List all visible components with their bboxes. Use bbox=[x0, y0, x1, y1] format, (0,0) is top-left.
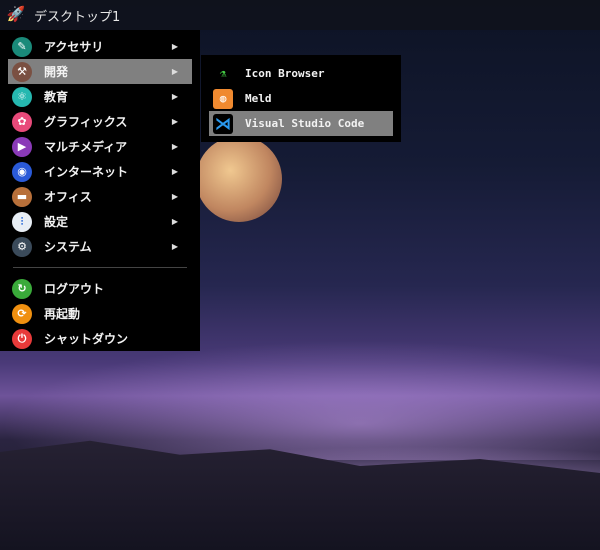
multimedia-icon: ▶ bbox=[12, 136, 32, 157]
meld-icon: ◍ bbox=[213, 88, 233, 109]
menu-item-flask[interactable]: ⚗ Icon Browser bbox=[209, 61, 393, 86]
menu-item-hammer[interactable]: ⚒ 開発 ▶ bbox=[8, 59, 192, 84]
submenu-arrow-icon: ▶ bbox=[171, 117, 178, 126]
menu-item-label: アクセサリ bbox=[44, 40, 104, 54]
menu-item-label: 再起動 bbox=[44, 307, 81, 321]
menu-item-label: インターネット bbox=[44, 165, 129, 179]
menu-item-settings[interactable]: ⫶ 設定 ▶ bbox=[8, 209, 192, 234]
menu-separator bbox=[13, 267, 187, 268]
development-submenu: ⚗ Icon Browser ◍ Meld ⋊ Visual Studio Code bbox=[201, 55, 401, 142]
menu-item-label: Visual Studio Code bbox=[245, 117, 365, 130]
briefcase-icon: ▬ bbox=[12, 186, 32, 207]
submenu-arrow-icon: ▶ bbox=[171, 142, 178, 151]
settings-icon: ⫶ bbox=[12, 211, 32, 232]
submenu-arrow-icon: ▶ bbox=[171, 92, 178, 101]
menu-item-meld[interactable]: ◍ Meld bbox=[209, 86, 393, 111]
menu-item-power[interactable]: ⏻ シャットダウン bbox=[8, 326, 192, 351]
menu-item-label: Meld bbox=[245, 92, 272, 105]
restart-icon: ⟳ bbox=[12, 303, 32, 324]
gear-icon: ⚙ bbox=[12, 236, 32, 257]
menu-item-label: マルチメディア bbox=[44, 140, 128, 154]
application-menu: ✎ アクセサリ ▶ ⚒ 開発 ▶ ⚛ 教育 ▶ ✿ グラフィックス ▶ ▶ マルチメディア ▶ ◉ インターネッ… bbox=[0, 30, 200, 351]
desktop-name[interactable]: デスクトップ1 bbox=[34, 6, 120, 25]
menu-item-label: グラフィックス bbox=[44, 115, 128, 129]
top-panel: 🚀 デスクトップ1 bbox=[0, 0, 600, 30]
menu-item-restart[interactable]: ⟳ 再起動 bbox=[8, 301, 192, 326]
menu-item-label: Icon Browser bbox=[245, 67, 325, 80]
flask-icon: ⚗ bbox=[213, 63, 233, 84]
menu-item-internet[interactable]: ◉ インターネット ▶ bbox=[8, 159, 192, 184]
accessories-icon: ✎ bbox=[12, 36, 32, 57]
rocket-icon[interactable]: 🚀 bbox=[6, 5, 26, 25]
hammer-icon: ⚒ bbox=[12, 61, 32, 82]
menu-item-gear[interactable]: ⚙ システム ▶ bbox=[8, 234, 192, 259]
menu-item-label: システム bbox=[44, 240, 92, 254]
internet-icon: ◉ bbox=[12, 161, 32, 182]
submenu-arrow-icon: ▶ bbox=[171, 242, 178, 251]
menu-item-label: ログアウト bbox=[44, 282, 105, 296]
menu-item-graphics[interactable]: ✿ グラフィックス ▶ bbox=[8, 109, 192, 134]
education-icon: ⚛ bbox=[12, 86, 32, 107]
logout-icon: ↻ bbox=[12, 278, 32, 299]
menu-item-label: シャットダウン bbox=[44, 332, 129, 346]
menu-item-education[interactable]: ⚛ 教育 ▶ bbox=[8, 84, 192, 109]
menu-item-multimedia[interactable]: ▶ マルチメディア ▶ bbox=[8, 134, 192, 159]
submenu-arrow-icon: ▶ bbox=[171, 192, 178, 201]
menu-item-label: 教育 bbox=[44, 90, 69, 104]
menu-item-logout[interactable]: ↻ ログアウト bbox=[8, 276, 192, 301]
menu-item-briefcase[interactable]: ▬ オフィス ▶ bbox=[8, 184, 192, 209]
vscode-icon: ⋊ bbox=[213, 113, 233, 134]
graphics-icon: ✿ bbox=[12, 111, 32, 132]
menu-item-label: 開発 bbox=[44, 65, 69, 79]
submenu-arrow-icon: ▶ bbox=[171, 217, 178, 226]
menu-item-label: オフィス bbox=[44, 190, 92, 204]
submenu-arrow-icon: ▶ bbox=[171, 67, 178, 76]
wallpaper-moon bbox=[196, 136, 282, 222]
power-icon: ⏻ bbox=[12, 328, 32, 349]
submenu-arrow-icon: ▶ bbox=[171, 167, 178, 176]
submenu-arrow-icon: ▶ bbox=[171, 42, 178, 51]
menu-item-label: 設定 bbox=[44, 215, 69, 229]
menu-item-vscode[interactable]: ⋊ Visual Studio Code bbox=[209, 111, 393, 136]
menu-item-accessories[interactable]: ✎ アクセサリ ▶ bbox=[8, 34, 192, 59]
